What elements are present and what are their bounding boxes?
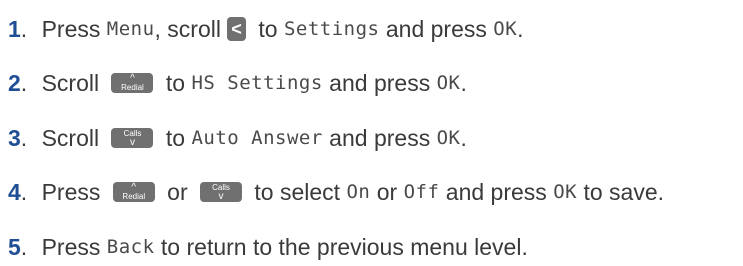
step-text: to return to the previous menu level. (154, 234, 528, 260)
step-text: Press (35, 179, 107, 205)
step-text: or (160, 179, 194, 205)
step-5: 5. Press Back to return to the previous … (8, 231, 528, 263)
step-text: to select (248, 179, 347, 205)
step-text: to (251, 16, 284, 42)
display-text-ok: OK (436, 127, 461, 149)
display-text-ok: OK (553, 181, 578, 203)
left-arrow-glyph: < (231, 19, 242, 39)
step-text: to (159, 70, 192, 96)
step-text: Press (35, 16, 107, 42)
step-text: and press (439, 179, 554, 205)
display-text-hs-settings: HS Settings (191, 72, 323, 94)
key-label: Redial (122, 192, 146, 201)
left-arrow-key-icon: < (226, 17, 246, 41)
up-arrow-glyph: ^ (130, 73, 135, 84)
step-text: . (460, 70, 467, 96)
calls-down-key-icon: Calls v (200, 182, 242, 202)
display-text-menu: Menu (106, 18, 155, 40)
step-text: , scroll (154, 16, 221, 42)
key-label: Redial (121, 83, 144, 92)
display-text-settings: Settings (283, 18, 380, 40)
step-text: and press (322, 125, 437, 151)
redial-up-key-icon: ^ Redial (112, 182, 155, 202)
step-text: Scroll (35, 125, 106, 151)
redial-up-key-icon: ^ Redial (111, 73, 154, 93)
step-number-dot: . (20, 16, 28, 42)
up-arrow-glyph: ^ (131, 182, 137, 193)
display-text-back: Back (106, 236, 155, 258)
step-3: 3. Scroll Calls v to Auto Answer and pre… (8, 122, 467, 154)
step-text: to save. (577, 179, 665, 205)
step-text: and press (379, 16, 494, 42)
step-text: or (370, 179, 404, 205)
step-number: 1 (8, 16, 21, 42)
display-text-ok: OK (493, 18, 518, 40)
step-number: 4 (8, 179, 21, 205)
step-number: 2 (8, 70, 21, 96)
step-text: Press (35, 234, 107, 260)
display-text-ok: OK (436, 72, 461, 94)
step-number: 3 (8, 125, 21, 151)
step-number-dot: . (20, 70, 28, 96)
display-text-on: On (346, 181, 371, 203)
step-number-dot: . (20, 234, 28, 260)
step-number-dot: . (20, 125, 28, 151)
step-text: to (159, 125, 192, 151)
step-1: 1. Press Menu , scroll < to Settings and… (8, 13, 524, 45)
display-text-auto-answer: Auto Answer (191, 127, 323, 149)
step-number: 5 (8, 234, 21, 260)
step-text: . (517, 16, 524, 42)
step-4: 4. Press ^ Redial or Calls v to select O… (8, 176, 664, 208)
display-text-off: Off (403, 181, 440, 203)
step-2: 2. Scroll ^ Redial to HS Settings and pr… (8, 67, 467, 99)
step-text: Scroll (35, 70, 106, 96)
step-text: . (460, 125, 467, 151)
calls-down-key-icon: Calls v (111, 128, 154, 148)
step-number-dot: . (20, 179, 28, 205)
down-arrow-glyph: v (218, 191, 224, 202)
down-arrow-glyph: v (129, 137, 135, 148)
step-text: and press (322, 70, 437, 96)
